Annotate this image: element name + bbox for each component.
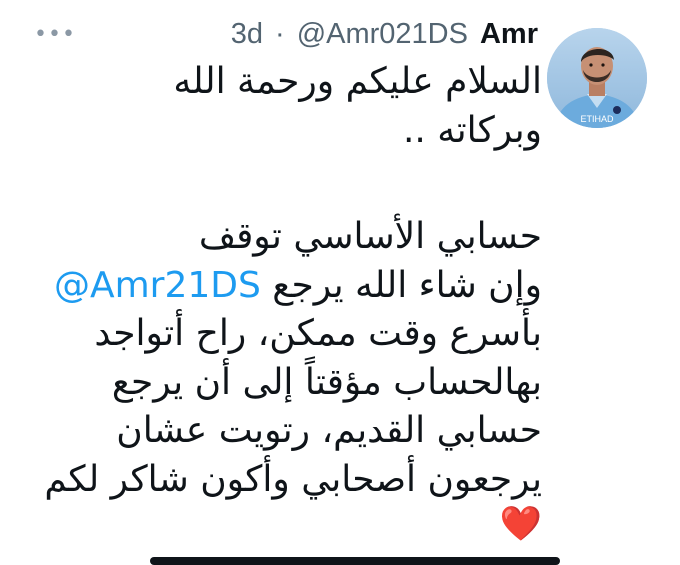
tweet-line: بأسرع وقت ممكن، راح أتواجد (94, 313, 542, 354)
tweet-line: وإن شاء الله يرجع @Amr21DS (22, 262, 542, 311)
profile-photo-icon: ETIHAD (547, 28, 647, 128)
header-separator: · (275, 18, 285, 50)
tweet-line: بهالحساب مؤقتاً إلى أن يرجع (111, 361, 542, 403)
mention-link[interactable]: @Amr21DS (54, 265, 261, 306)
tweet-header: 3d · @Amr021DS Amr (231, 18, 538, 52)
author-name[interactable]: Amr (480, 18, 538, 51)
tweet-time[interactable]: 3d (231, 18, 263, 51)
more-options-icon[interactable]: ••• (34, 24, 76, 46)
author-handle[interactable]: @Amr021DS (297, 18, 468, 51)
tweet-line: وبركاته .. (402, 109, 542, 151)
tweet-text: السلام عليكم ورحمة الله وبركاته .. حسابي… (22, 58, 542, 544)
tweet-line-text: وإن شاء الله يرجع (272, 264, 542, 306)
tweet-line: حسابي الأساسي توقف (198, 216, 542, 257)
avatar[interactable]: ETIHAD (547, 28, 647, 128)
tweet-line: السلام عليكم ورحمة الله (173, 61, 542, 102)
tweet-line: يرجعون أصحابي وأكون شاكر لكم (44, 458, 542, 500)
jersey-sponsor-text: ETIHAD (580, 114, 614, 124)
tweet-line: حسابي القديم، رتويت عشان (116, 410, 542, 451)
next-tweet-edge (150, 557, 560, 565)
heart-icon: ❤️ (499, 504, 542, 544)
